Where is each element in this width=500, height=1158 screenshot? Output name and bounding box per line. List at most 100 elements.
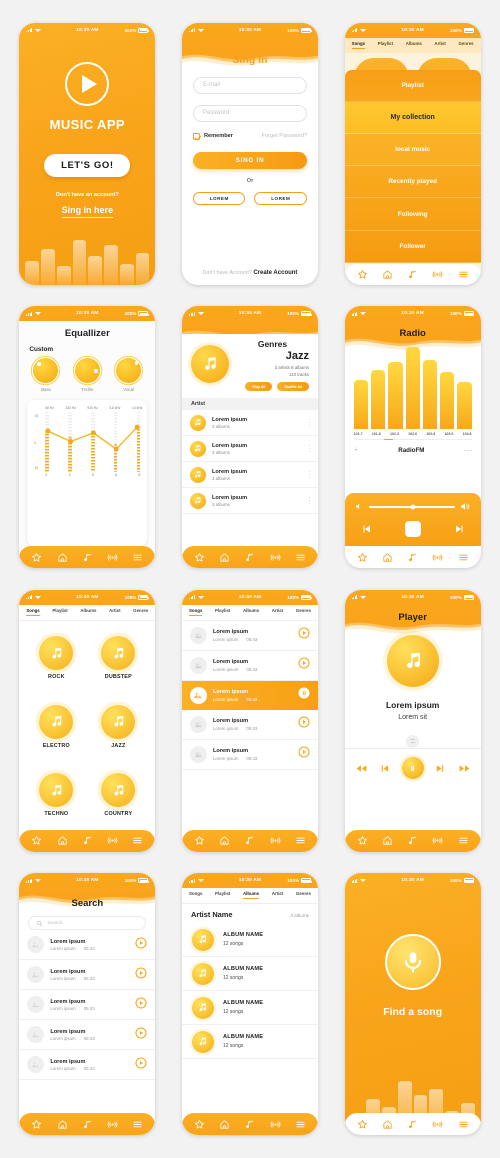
nav-star-icon[interactable] [194,1119,205,1130]
nav-radio-icon[interactable] [432,835,443,846]
nav-music-note-icon[interactable] [244,1119,255,1130]
tab-songs[interactable]: Songs [189,890,202,900]
nav-music-note-icon[interactable] [244,835,255,846]
nav-music-note-icon[interactable] [82,835,93,846]
nav-radio-icon[interactable] [270,835,281,846]
play-button[interactable] [298,626,310,644]
knob-treble[interactable]: Treble [74,358,100,392]
social-button-1[interactable]: LOREM [192,191,246,205]
tab-albums[interactable]: Albums [406,40,422,50]
nav-star-icon[interactable] [194,552,205,563]
nav-menu-icon[interactable] [458,1119,469,1130]
volume-slider[interactable] [355,501,471,512]
previous-icon[interactable] [360,523,372,535]
table-row[interactable]: Lorem ipsum Lorem ipsum 05:43 [181,621,318,651]
nav-home-icon[interactable] [382,552,393,563]
nav-menu-icon[interactable] [295,835,306,846]
nav-menu-icon[interactable] [132,552,143,563]
table-row[interactable]: Lorem ipsum Lorem ipsum 05:43 [181,680,318,710]
nav-music-note-icon[interactable] [407,552,418,563]
forgot-password-link[interactable]: Forget Password? [262,133,307,139]
tab-albums[interactable]: Albums [243,890,259,900]
list-item[interactable]: Lorem ipsum 3 albums [181,488,318,515]
tab-genres[interactable]: Genres [296,890,311,900]
repeat-icon[interactable] [406,734,420,748]
fast-forward-icon[interactable] [458,762,471,775]
nav-music-note-icon[interactable] [407,269,418,280]
play-button[interactable] [298,656,310,674]
nav-radio-icon[interactable] [432,269,443,280]
table-row[interactable]: Lorem ipsum Lorem ipsum 05:43 [19,1020,156,1051]
knob-dial[interactable] [74,358,100,384]
list-item[interactable]: ALBUM NAME 12 songs [181,991,318,1026]
rewind-icon[interactable] [355,762,368,775]
freq-tick[interactable]: 102.8 [426,432,435,436]
remember-checkbox[interactable] [192,132,200,140]
nav-music-note-icon[interactable] [82,552,93,563]
play-button[interactable] [135,966,147,984]
nav-radio-icon[interactable] [107,552,118,563]
table-row[interactable]: Lorem ipsum Lorem ipsum 05:43 [19,930,156,961]
table-row[interactable]: Lorem ipsum Lorem ipsum 05:43 [19,1050,156,1081]
table-row[interactable]: Lorem ipsum Lorem ipsum 05:43 [181,651,318,681]
tab-playlist[interactable]: Playlist [215,890,230,900]
volume-track[interactable] [368,504,455,510]
more-options-icon[interactable] [308,497,310,505]
signin-button[interactable]: SING IN [192,151,307,169]
microphone-button[interactable] [384,934,441,991]
table-row[interactable]: Lorem ipsum Lorem ipsum 05:43 [19,960,156,991]
table-row[interactable]: Lorem ipsum Lorem ipsum 05:43 [181,740,318,770]
nav-music-note-icon[interactable] [407,835,418,846]
play-button[interactable] [135,996,147,1014]
menu-item-my-collection[interactable]: My collection [344,102,481,135]
radio-tuner-indicator[interactable] [353,438,472,441]
play-all-button[interactable]: Play All [245,382,273,392]
nav-home-icon[interactable] [219,552,230,563]
tab-albums[interactable]: Albums [80,607,96,617]
play-button[interactable] [298,745,310,763]
nav-music-note-icon[interactable] [244,552,255,563]
nav-radio-icon[interactable] [270,1119,281,1130]
tab-genres[interactable]: Genres [133,607,148,617]
tab-genres[interactable]: Genres [458,40,473,50]
tab-playlist[interactable]: Playlist [215,607,230,617]
social-button-2[interactable]: LOREM [254,191,307,205]
genre-tile-dubstep[interactable]: DUBSTEP [87,624,149,693]
nav-home-icon[interactable] [382,835,393,846]
tab-artist[interactable]: Artist [109,607,120,617]
nav-star-icon[interactable] [357,552,368,563]
nav-radio-icon[interactable] [107,1119,118,1130]
nav-home-icon[interactable] [57,835,68,846]
nav-home-icon[interactable] [382,269,393,280]
nav-menu-icon[interactable] [458,835,469,846]
nav-radio-icon[interactable] [107,835,118,846]
nav-home-icon[interactable] [382,1119,393,1130]
nav-home-icon[interactable] [219,1119,230,1130]
freq-tick[interactable]: 104.6 [463,432,472,436]
nav-menu-icon[interactable] [132,835,143,846]
more-options-icon[interactable] [308,471,310,479]
nav-star-icon[interactable] [31,552,42,563]
genre-tile-country[interactable]: COUNTRY [87,761,149,830]
nav-menu-icon[interactable] [458,269,469,280]
search-input[interactable]: Search. [28,916,147,931]
next-icon[interactable] [435,763,446,774]
list-item[interactable]: Lorem ipsum 3 albums [181,410,318,437]
tab-playlist[interactable]: Playlist [52,607,67,617]
sign-in-link[interactable]: Sing in here [61,205,114,218]
menu-item-local-music[interactable]: local music [344,134,481,167]
nav-menu-icon[interactable] [295,552,306,563]
play-button[interactable] [135,1026,147,1044]
tab-albums[interactable]: Albums [243,607,259,617]
menu-item-following[interactable]: Following [344,198,481,231]
nav-star-icon[interactable] [357,1119,368,1130]
nav-star-icon[interactable] [31,1119,42,1130]
tab-songs[interactable]: Songs [189,607,202,617]
lets-go-button[interactable]: LET'S GO! [44,153,131,177]
nav-menu-icon[interactable] [458,552,469,563]
more-options-icon[interactable] [308,419,310,427]
password-field[interactable]: Password [192,104,307,122]
email-field[interactable]: E-mail [192,76,307,94]
list-item[interactable]: Lorem ipsum 3 albums [181,462,318,489]
list-item[interactable]: Lorem ipsum 3 albums [181,436,318,463]
